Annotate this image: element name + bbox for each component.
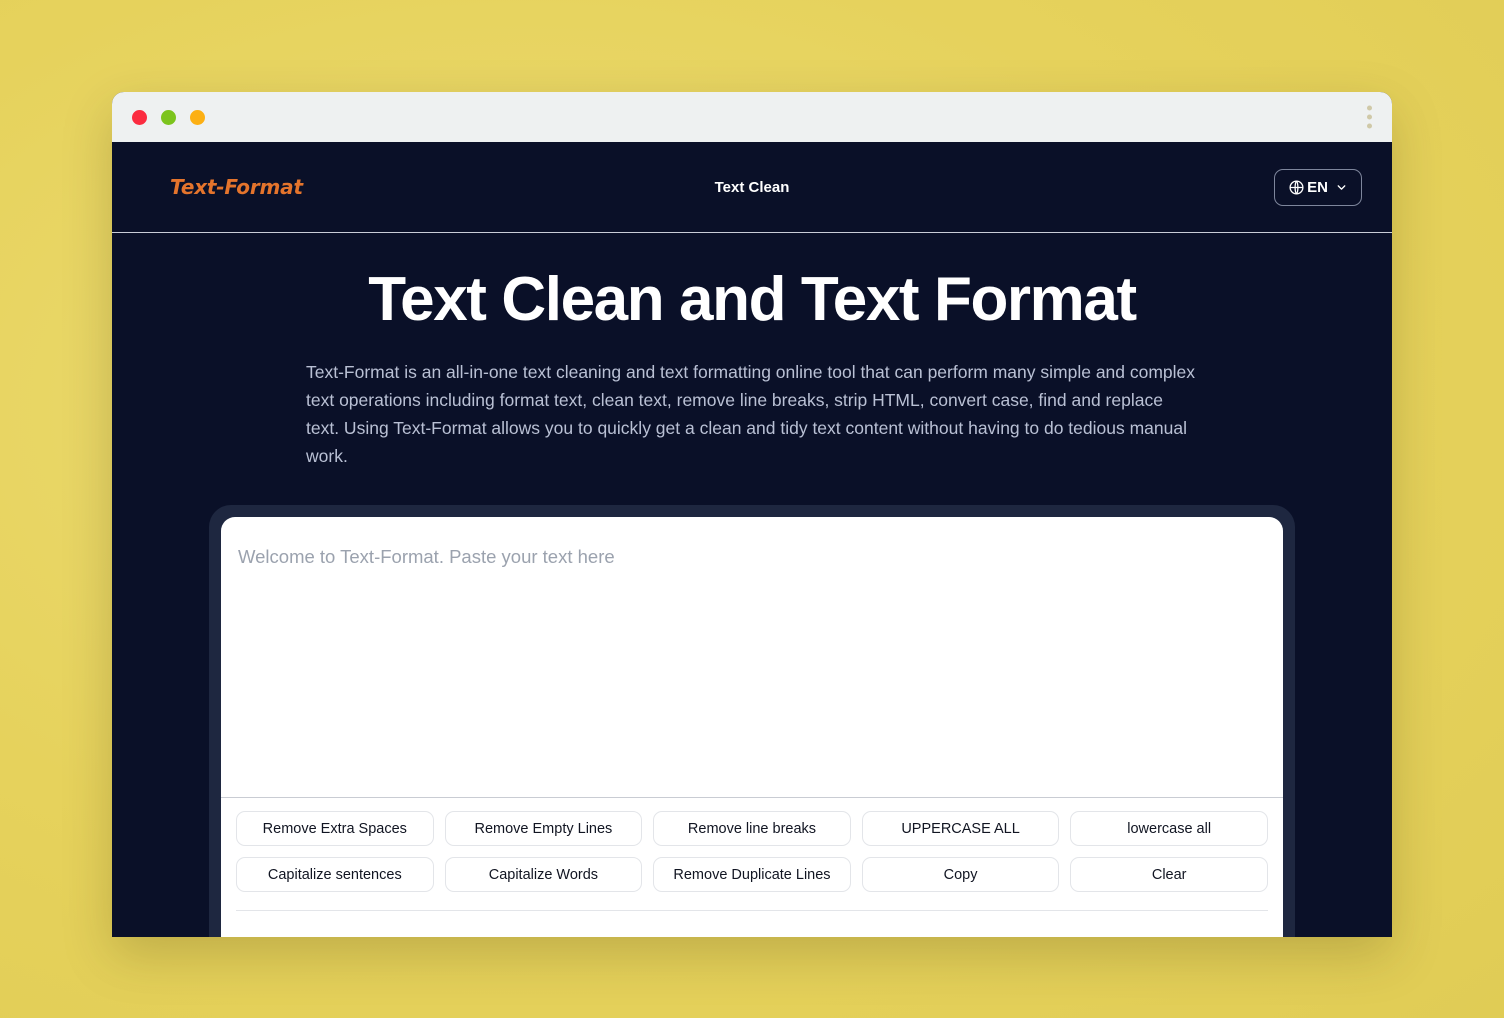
capitalize-sentences-button[interactable]: Capitalize sentences [236, 857, 434, 892]
uppercase-all-button[interactable]: UPPERCASE ALL [861, 811, 1060, 846]
tool-card: Remove Extra Spaces Remove Empty Lines R… [221, 517, 1283, 937]
kebab-menu-icon[interactable] [1367, 105, 1372, 129]
window-titlebar [112, 92, 1392, 142]
close-window-button[interactable] [132, 109, 147, 125]
remove-line-breaks-button[interactable]: Remove line breaks [653, 811, 851, 846]
window-controls [132, 109, 205, 125]
chevron-down-icon [1335, 181, 1348, 194]
copy-button[interactable]: Copy [861, 857, 1060, 892]
actions-panel: Remove Extra Spaces Remove Empty Lines R… [221, 798, 1283, 937]
editor-area [221, 517, 1283, 798]
action-row-1: Remove Extra Spaces Remove Empty Lines R… [236, 811, 1268, 846]
browser-window: Text-Format Text Clean EN Text Clean and… [112, 92, 1392, 937]
page-title: Text Clean [714, 178, 790, 196]
navbar: Text-Format Text Clean EN [112, 142, 1392, 233]
app-page: Text-Format Text Clean EN Text Clean and… [112, 142, 1392, 937]
action-row-2: Capitalize sentences Capitalize Words Re… [236, 857, 1268, 892]
globe-icon [1288, 179, 1305, 196]
remove-duplicate-lines-button[interactable]: Remove Duplicate Lines [653, 857, 851, 892]
language-selector[interactable]: EN [1274, 168, 1362, 206]
language-label: EN [1307, 178, 1328, 196]
minimize-window-button[interactable] [161, 109, 176, 125]
text-input[interactable] [221, 517, 1283, 797]
capitalize-words-button[interactable]: Capitalize Words [444, 857, 643, 892]
hero-heading: Text Clean and Text Format [368, 265, 1137, 334]
maximize-window-button[interactable] [190, 109, 205, 125]
lowercase-all-button[interactable]: lowercase all [1070, 811, 1268, 846]
site-logo[interactable]: Text-Format [170, 175, 303, 199]
clear-button[interactable]: Clear [1070, 857, 1268, 892]
tool-card-frame: Remove Extra Spaces Remove Empty Lines R… [209, 505, 1295, 937]
hero-description: Text-Format is an all-in-one text cleani… [306, 361, 1196, 466]
character-setting-heading: Character Setting [236, 911, 1268, 937]
remove-extra-spaces-button[interactable]: Remove Extra Spaces [236, 811, 434, 846]
remove-empty-lines-button[interactable]: Remove Empty Lines [444, 811, 643, 846]
hero-section: Text Clean and Text Format Text-Format i… [112, 233, 1392, 470]
